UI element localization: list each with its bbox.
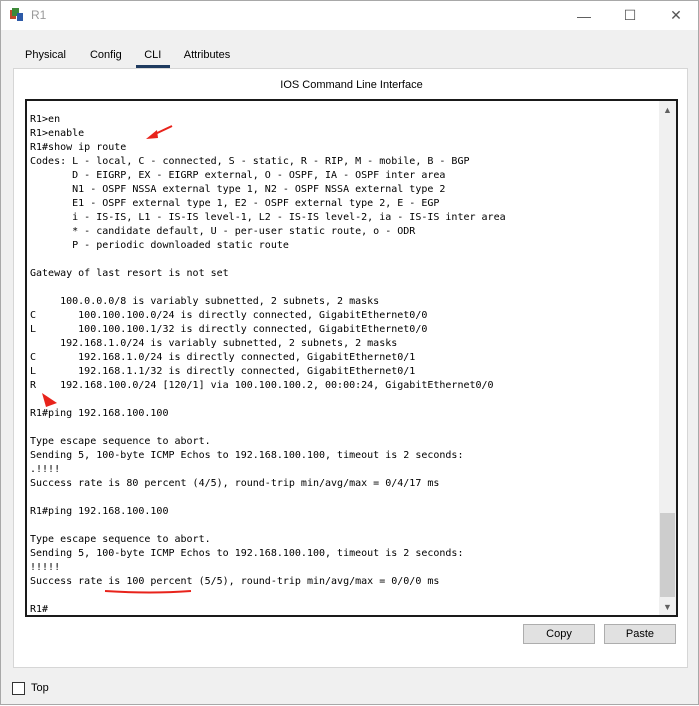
copy-button[interactable]: Copy: [523, 624, 595, 644]
router-app-icon: [9, 7, 25, 23]
terminal-line: L 100.100.100.1/32 is directly connected…: [30, 324, 428, 335]
minimize-icon[interactable]: —: [561, 1, 607, 30]
terminal-line: 192.168.1.0/24 is variably subnetted, 2 …: [30, 338, 398, 349]
maximize-icon[interactable]: ☐: [607, 1, 653, 30]
terminal-line: Type escape sequence to abort.: [30, 436, 211, 447]
terminal-line: Type escape sequence to abort.: [30, 534, 211, 545]
terminal-line: Success rate is 80 percent (4/5), round-…: [30, 478, 440, 489]
terminal-line: E1 - OSPF external type 1, E2 - OSPF ext…: [30, 198, 440, 209]
scroll-down-icon[interactable]: ▼: [659, 598, 676, 615]
terminal-line: i - IS-IS, L1 - IS-IS level-1, L2 - IS-I…: [30, 212, 506, 223]
terminal-line: * - candidate default, U - per-user stat…: [30, 226, 416, 237]
terminal-line: Gateway of last resort is not set: [30, 268, 229, 279]
panel-title: IOS Command Line Interface: [280, 79, 423, 91]
terminal-output[interactable]: R1>en R1>enable R1#show ip route Codes: L -…: [30, 113, 658, 615]
terminal-line: D - EIGRP, EX - EIGRP external, O - OSPF…: [30, 170, 446, 181]
terminal-line: R1#: [30, 604, 49, 615]
router-window: R1 — ☐ ✕ Physical Config CLI Attributes …: [0, 0, 699, 705]
terminal-line: R1>en: [30, 114, 61, 125]
tab-bar: Physical Config CLI Attributes: [13, 43, 242, 68]
terminal-line: L 192.168.1.1/32 is directly connected, …: [30, 366, 416, 377]
terminal-line: Sending 5, 100-byte ICMP Echos to 192.16…: [30, 548, 464, 559]
title-bar[interactable]: R1 — ☐ ✕: [1, 1, 698, 30]
close-icon[interactable]: ✕: [653, 1, 699, 30]
terminal-line: Codes: L - local, C - connected, S - sta…: [30, 156, 470, 167]
terminal-line: !!!!!: [30, 562, 61, 573]
top-checkbox-label: Top: [31, 682, 49, 694]
paste-button[interactable]: Paste: [604, 624, 676, 644]
tab-config[interactable]: Config: [78, 43, 134, 67]
terminal-line: P - periodic downloaded static route: [30, 240, 289, 251]
terminal-line: R1#show ip route: [30, 142, 127, 153]
tab-cli[interactable]: CLI: [134, 43, 172, 68]
terminal-line: R1#ping 192.168.100.100: [30, 506, 169, 517]
window-title: R1: [31, 8, 47, 22]
terminal-line: R1#ping 192.168.100.100: [30, 408, 169, 419]
cli-terminal[interactable]: R1>en R1>enable R1#show ip route Codes: L -…: [25, 99, 678, 617]
terminal-line: .!!!!: [30, 464, 61, 475]
terminal-scrollbar[interactable]: ▲ ▼: [659, 101, 676, 615]
terminal-line: Success rate is 100 percent (5/5), round…: [30, 576, 440, 587]
top-checkbox[interactable]: [12, 682, 25, 695]
scroll-up-icon[interactable]: ▲: [659, 101, 676, 118]
terminal-line: N1 - OSPF NSSA external type 1, N2 - OSP…: [30, 184, 446, 195]
scroll-thumb[interactable]: [660, 513, 675, 597]
terminal-line: 100.0.0.0/8 is variably subnetted, 2 sub…: [30, 296, 380, 307]
terminal-line: Sending 5, 100-byte ICMP Echos to 192.16…: [30, 450, 464, 461]
terminal-line: C 100.100.100.0/24 is directly connected…: [30, 310, 428, 321]
terminal-line: C 192.168.1.0/24 is directly connected, …: [30, 352, 416, 363]
terminal-line: R1>enable: [30, 128, 85, 139]
terminal-line: R 192.168.100.0/24 [120/1] via 100.100.1…: [30, 380, 494, 391]
tab-physical[interactable]: Physical: [13, 43, 78, 67]
tab-attributes[interactable]: Attributes: [172, 43, 242, 67]
